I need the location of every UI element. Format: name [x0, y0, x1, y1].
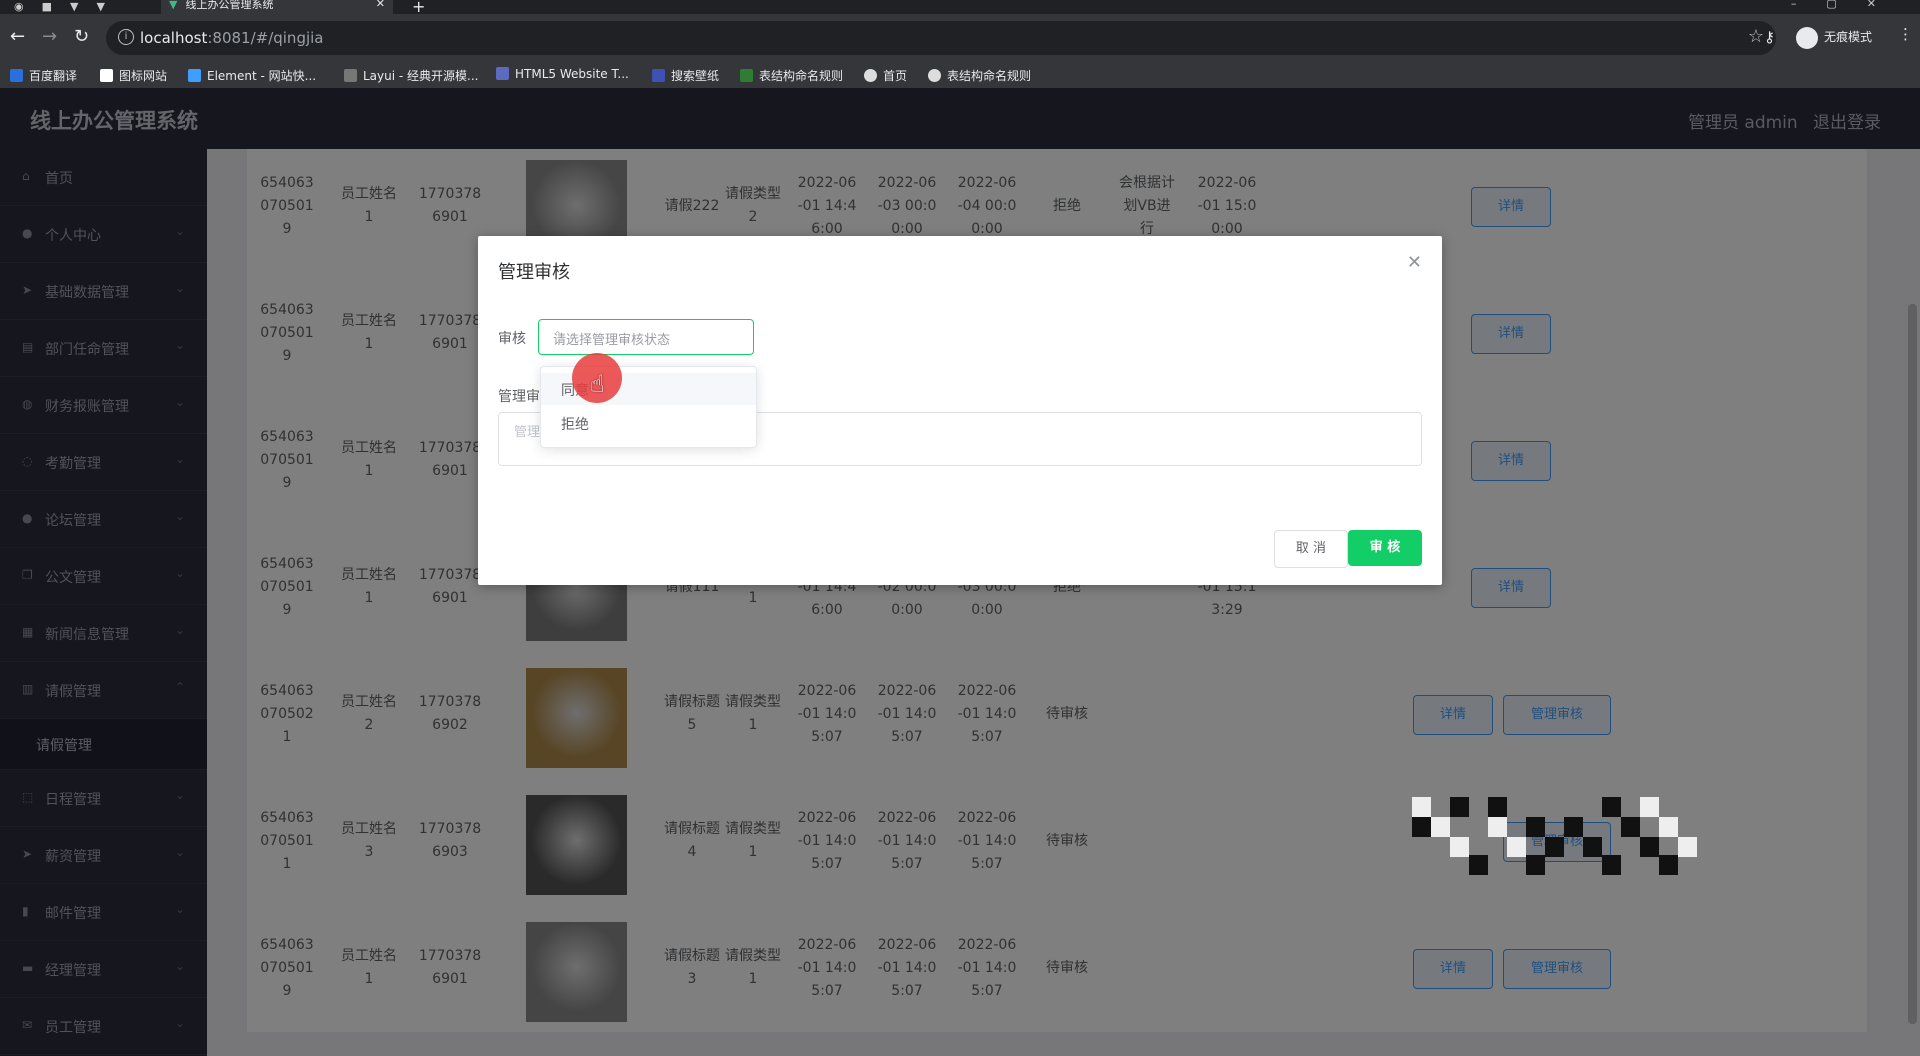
cancel-button[interactable]: 取 消	[1274, 530, 1348, 568]
address-bar[interactable]: i localhost:8081/#/qingjia ☆	[106, 21, 1776, 55]
pixel-block	[1507, 837, 1526, 857]
incognito-label[interactable]: 无痕模式	[1824, 28, 1872, 45]
bookmarks-bar: 百度翻译 图标网站 Element - 网站快... Layui - 经典开源模…	[0, 62, 1920, 88]
bookmark-item[interactable]: HTML5 Website T...	[496, 67, 629, 81]
bookmark-item[interactable]: 表结构命名规则	[928, 67, 1031, 84]
redacted-area	[1412, 797, 1697, 875]
option-reject[interactable]: 拒绝	[541, 407, 756, 439]
pixel-block	[1659, 855, 1678, 875]
audit-status-select[interactable]: 请选择管理审核状态 ⌃	[538, 319, 754, 355]
close-icon[interactable]: ✕	[1407, 252, 1422, 273]
pixel-block	[1412, 817, 1431, 837]
bookmark-item[interactable]: 首页	[864, 67, 907, 84]
pixel-block	[1564, 817, 1583, 837]
key-icon[interactable]: ⚷	[1764, 28, 1775, 46]
pixel-block	[1488, 817, 1507, 837]
pixel-block	[1526, 855, 1545, 875]
tab-title: 线上办公管理系统	[185, 0, 274, 11]
pixel-block	[1602, 797, 1621, 817]
bookmark-item[interactable]: Element - 网站快...	[188, 67, 316, 84]
pinned-tab-icons[interactable]: ◉■▼▼	[14, 0, 123, 13]
forward-icon[interactable]: →	[42, 26, 57, 47]
pixel-block	[1545, 837, 1564, 857]
hand-cursor-icon: ☝	[590, 370, 605, 398]
pixel-block	[1640, 797, 1659, 817]
pixel-block	[1469, 855, 1488, 875]
bookmark-item[interactable]: 图标网站	[100, 67, 167, 84]
tab-close-icon[interactable]: ✕	[376, 0, 385, 9]
pixel-block	[1412, 797, 1431, 817]
pixel-block	[1659, 817, 1678, 837]
window-controls[interactable]: –▢✕	[1791, 0, 1906, 10]
bookmark-item[interactable]: 搜索壁纸	[652, 67, 719, 84]
remark-placeholder: 管理	[514, 425, 541, 440]
incognito-icon[interactable]	[1796, 27, 1818, 49]
vue-icon: ▼	[169, 0, 178, 11]
pixel-block	[1450, 797, 1469, 817]
pixel-block	[1640, 837, 1659, 857]
pixel-block	[1450, 837, 1469, 857]
bookmark-item[interactable]: 表结构命名规则	[740, 67, 843, 84]
browser-menu-icon[interactable]: ⋮	[1898, 25, 1913, 43]
browser-toolbar: ← → ↻ i localhost:8081/#/qingjia ☆ ⚷ 无痕模…	[0, 14, 1920, 62]
pixel-block	[1621, 817, 1640, 837]
back-icon[interactable]: ←	[10, 26, 25, 47]
pixel-block	[1602, 855, 1621, 875]
chevron-up-icon: ⌃	[553, 329, 563, 342]
pixel-block	[1488, 797, 1507, 817]
pixel-block	[1431, 817, 1450, 837]
bookmark-item[interactable]: 百度翻译	[10, 67, 77, 84]
pixel-block	[1678, 837, 1697, 857]
audit-label: 审核	[498, 331, 526, 347]
reload-icon[interactable]: ↻	[74, 26, 89, 47]
pixel-block	[1526, 817, 1545, 837]
browser-tab-active[interactable]: ▼ 线上办公管理系统 ✕	[161, 0, 393, 14]
dialog-title: 管理审核	[498, 262, 570, 283]
pixel-block	[1583, 837, 1602, 857]
browser-tab-strip: ◉■▼▼ ▼ 线上办公管理系统 ✕ + –▢✕	[0, 0, 1920, 16]
submit-audit-button[interactable]: 审 核	[1348, 530, 1422, 566]
url-text[interactable]: localhost:8081/#/qingjia	[140, 29, 324, 47]
remark-label: 管理审	[498, 389, 540, 405]
bookmark-item[interactable]: Layui - 经典开源模...	[344, 67, 478, 84]
bookmark-star-icon[interactable]: ☆	[1748, 26, 1764, 47]
site-info-icon[interactable]: i	[118, 29, 134, 45]
